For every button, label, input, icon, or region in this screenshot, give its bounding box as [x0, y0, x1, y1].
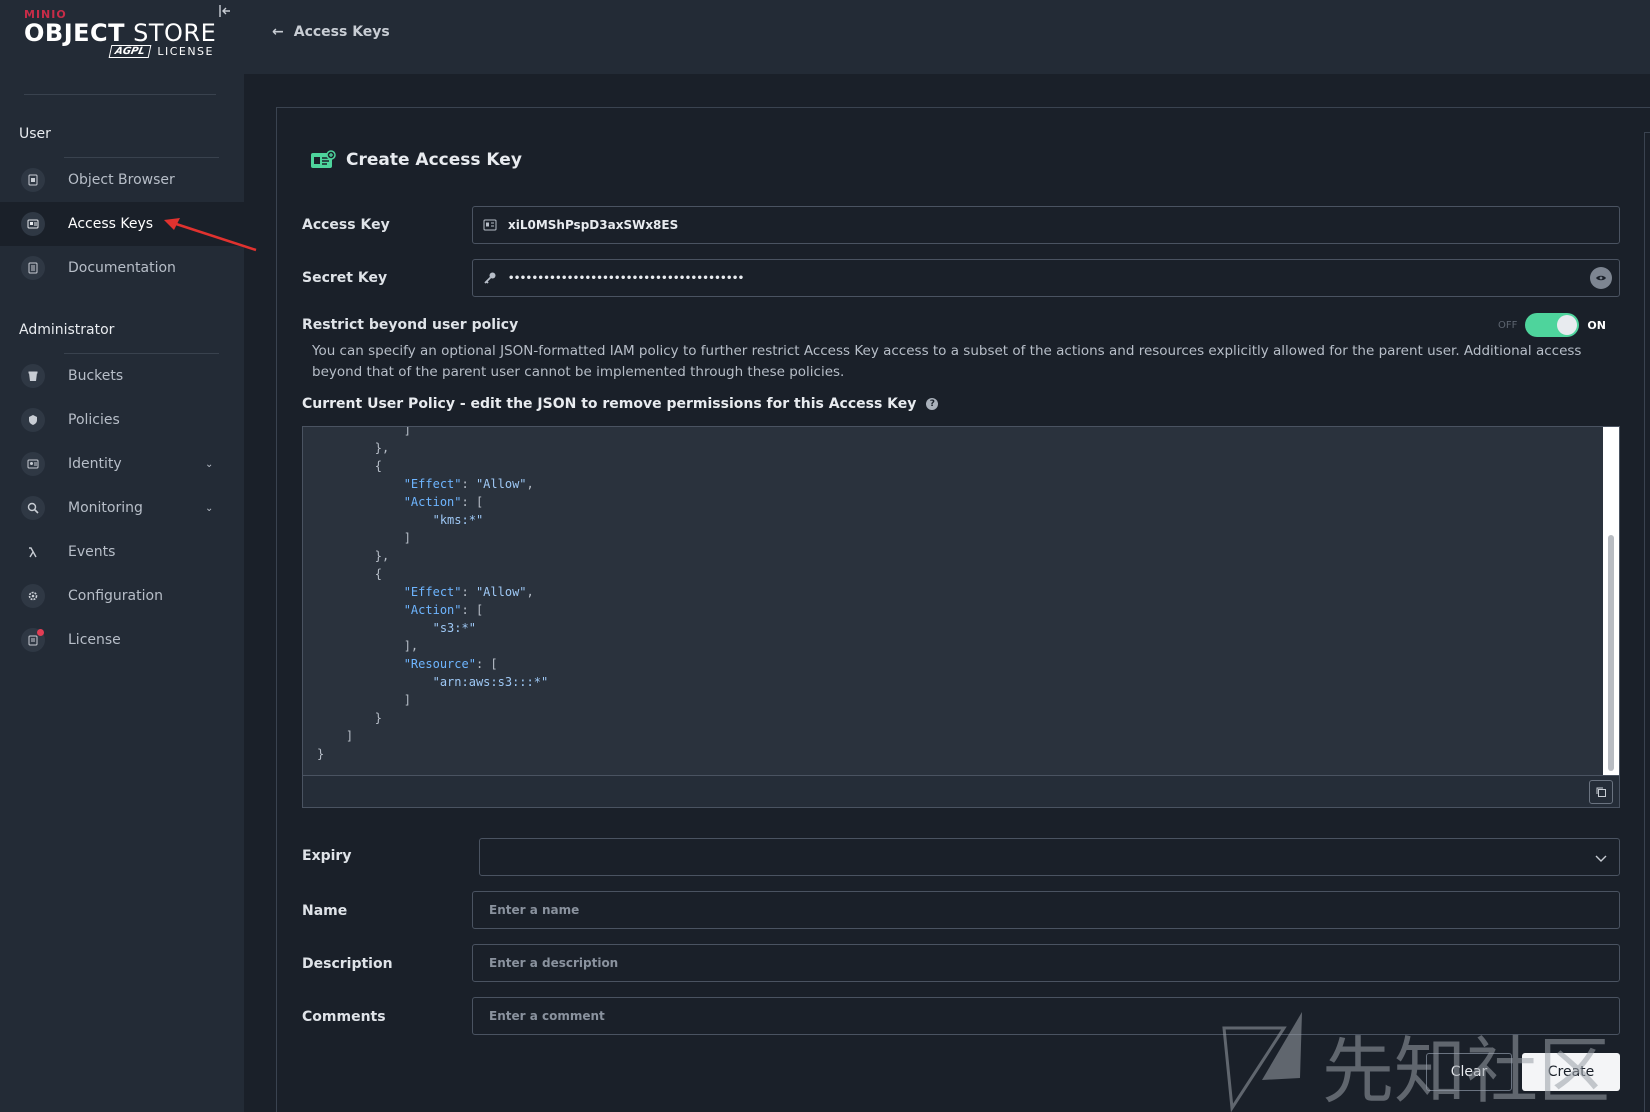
restrict-label: Restrict beyond user policy: [302, 317, 519, 333]
gear-icon: [21, 584, 45, 608]
comments-placeholder: Enter a comment: [489, 1009, 605, 1023]
editor-scrollbar[interactable]: [1603, 427, 1619, 775]
sidebar-item-buckets[interactable]: Buckets: [0, 354, 244, 398]
restrict-help-text: You can specify an optional JSON-formatt…: [312, 343, 1582, 380]
license-icon: [21, 628, 45, 652]
sidebar-item-label: License: [68, 632, 121, 648]
license-text: LICENSE: [157, 45, 214, 58]
access-key-label: Access Key: [302, 217, 390, 233]
sidebar-item-license[interactable]: License: [0, 618, 244, 662]
policy-json-editor[interactable]: ] }, { "Effect": "Allow", "Action": [ "k…: [302, 426, 1620, 776]
identity-icon: [21, 452, 45, 476]
secret-key-value: ••••••••••••••••••••••••••••••••••••••••: [508, 272, 744, 284]
toggle-off-label: OFF: [1498, 319, 1518, 331]
sidebar-item-label: Object Browser: [68, 172, 175, 188]
clear-button[interactable]: Clear: [1426, 1053, 1512, 1091]
access-key-input[interactable]: xiL0MShPspD3axSWx8ES: [472, 206, 1620, 244]
expiry-select[interactable]: [479, 838, 1620, 876]
description-input[interactable]: Enter a description: [472, 944, 1620, 982]
arrow-left-icon: ←: [272, 24, 284, 40]
page-title: Create Access Key: [310, 150, 522, 170]
notification-dot: [37, 629, 44, 636]
key-icon: [483, 271, 497, 285]
policies-icon: [21, 408, 45, 432]
buckets-icon: [21, 364, 45, 388]
minio-logo[interactable]: MINIO OBJECT STORE AGPL LICENSE: [24, 8, 216, 58]
object-browser-icon: [21, 168, 45, 192]
toggle-on-label: ON: [1587, 318, 1606, 332]
policy-json-text[interactable]: ] }, { "Effect": "Allow", "Action": [ "k…: [303, 427, 1603, 775]
comments-label: Comments: [302, 1009, 386, 1025]
sidebar-item-label: Events: [68, 544, 116, 560]
sidebar-item-events[interactable]: Events: [0, 530, 244, 574]
logo-product: OBJECT STORE: [24, 19, 217, 47]
create-button[interactable]: Create: [1522, 1053, 1620, 1091]
logo-divider: [24, 94, 216, 95]
secret-key-input[interactable]: ••••••••••••••••••••••••••••••••••••••••: [472, 259, 1620, 297]
sidebar-item-label: Monitoring: [68, 500, 143, 516]
section-administrator: Administrator: [19, 322, 115, 338]
sidebar-item-identity[interactable]: Identity ⌄: [0, 442, 244, 486]
chevron-down-icon: [1595, 848, 1607, 867]
expiry-label: Expiry: [302, 848, 352, 864]
sidebar: MINIO OBJECT STORE AGPL LICENSE User Obj…: [0, 0, 257, 1112]
name-label: Name: [302, 903, 348, 919]
top-bar: ← Access Keys: [244, 0, 1650, 74]
sidebar-item-monitoring[interactable]: Monitoring ⌄: [0, 486, 244, 530]
show-secret-eye-icon[interactable]: [1590, 267, 1612, 289]
editor-footer: [302, 776, 1620, 808]
page-title-text: Create Access Key: [346, 150, 522, 170]
name-placeholder: Enter a name: [489, 903, 580, 917]
description-label: Description: [302, 956, 393, 972]
agpl-badge: AGPL: [108, 45, 151, 58]
question-help-icon[interactable]: ?: [926, 398, 939, 410]
restrict-toggle[interactable]: [1525, 313, 1580, 337]
documentation-icon: [21, 256, 45, 280]
sidebar-item-object-browser[interactable]: Object Browser: [0, 158, 244, 202]
collapse-sidebar-icon[interactable]: [218, 4, 234, 20]
chevron-down-icon[interactable]: ⌄: [205, 459, 213, 470]
panel-edge: [1644, 132, 1650, 1112]
back-to-access-keys-link[interactable]: ← Access Keys: [272, 24, 390, 40]
sidebar-item-label: Policies: [68, 412, 120, 428]
description-placeholder: Enter a description: [489, 956, 619, 970]
section-user: User: [19, 126, 51, 142]
sidebar-item-label: Identity: [68, 456, 122, 472]
editor-scroll-thumb[interactable]: [1608, 535, 1614, 771]
access-key-card-icon: [311, 150, 336, 168]
access-key-field-icon: [483, 218, 497, 232]
policy-label-text: Current User Policy - edit the JSON to r…: [302, 396, 917, 412]
sidebar-item-label: Buckets: [68, 368, 124, 384]
access-key-value: xiL0MShPspD3axSWx8ES: [508, 218, 679, 232]
monitoring-icon: [21, 496, 45, 520]
secret-key-label: Secret Key: [302, 270, 388, 286]
chevron-down-icon[interactable]: ⌄: [205, 503, 213, 514]
policy-label: Current User Policy - edit the JSON to r…: [302, 396, 939, 412]
comments-input[interactable]: Enter a comment: [472, 997, 1620, 1035]
restrict-toggle-group: OFF ON: [1498, 313, 1606, 337]
access-keys-icon: [21, 212, 45, 236]
sidebar-item-label: Configuration: [68, 588, 163, 604]
sidebar-item-configuration[interactable]: Configuration: [0, 574, 244, 618]
annotation-arrow-icon: [164, 218, 257, 252]
sidebar-item-label: Access Keys: [68, 216, 154, 232]
toggle-knob: [1557, 315, 1578, 335]
name-input[interactable]: Enter a name: [472, 891, 1620, 929]
lambda-icon: [21, 540, 45, 564]
copy-icon[interactable]: [1589, 780, 1613, 804]
back-link-label: Access Keys: [293, 24, 390, 40]
sidebar-item-policies[interactable]: Policies: [0, 398, 244, 442]
sidebar-item-label: Documentation: [68, 260, 176, 276]
